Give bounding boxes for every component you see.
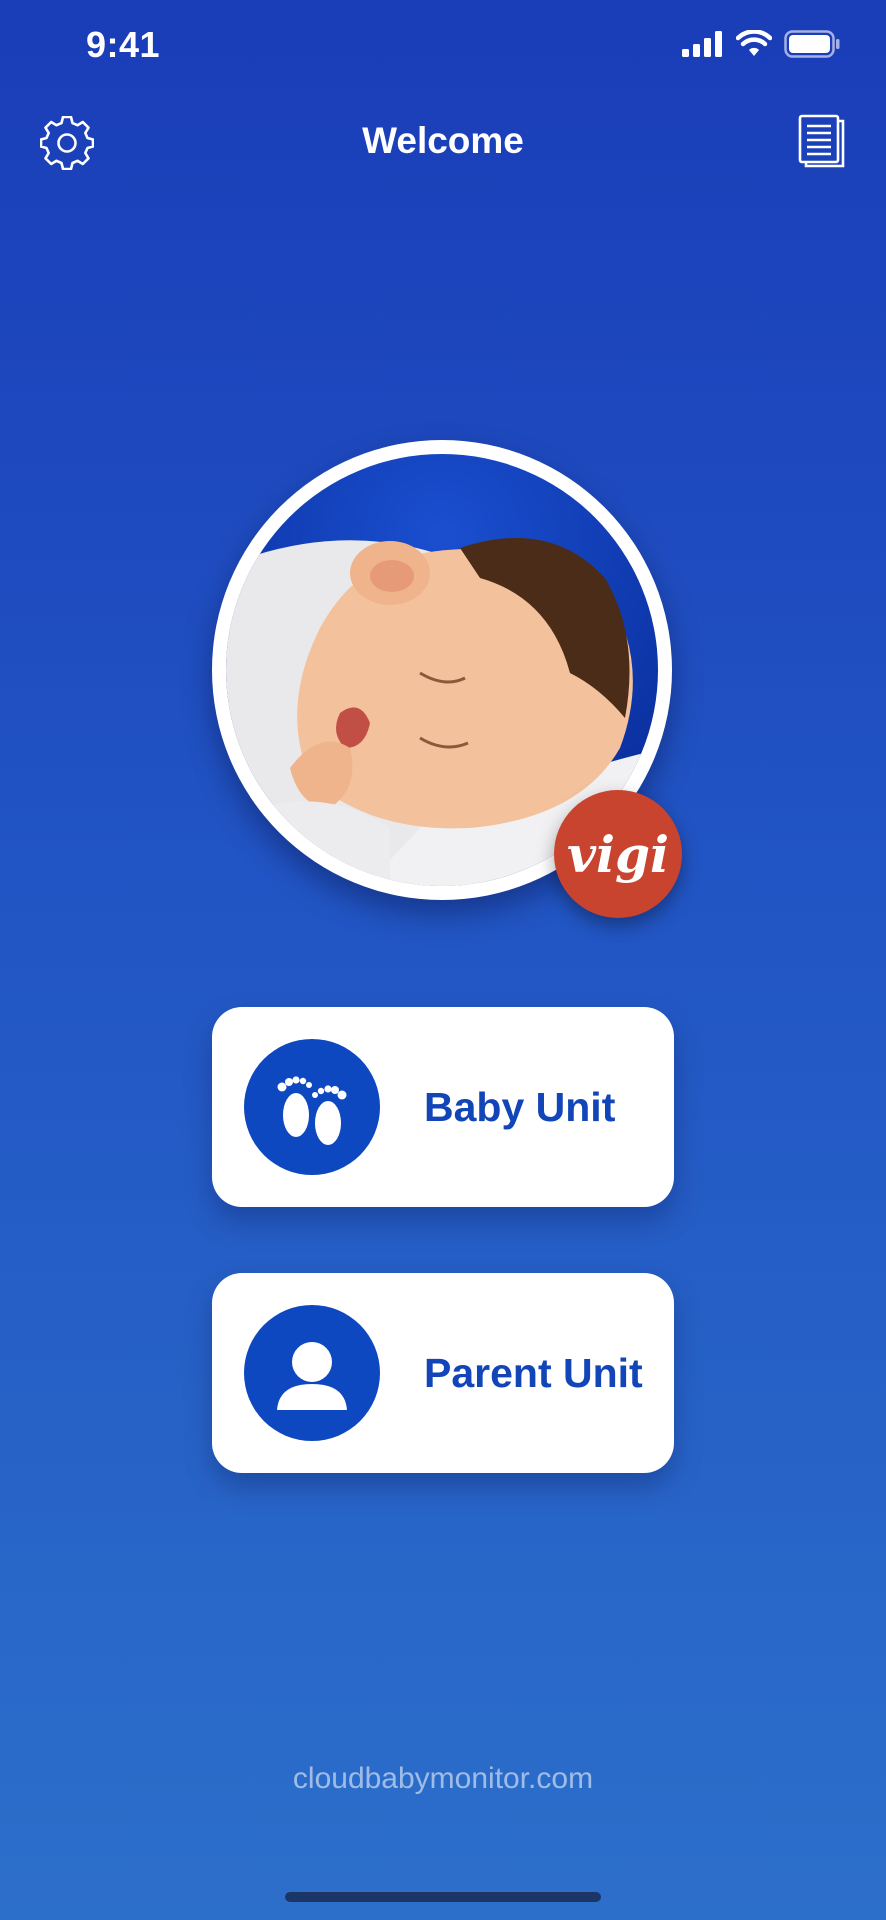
wifi-icon (736, 30, 772, 56)
vigi-badge: vigi (554, 790, 682, 918)
status-icons (682, 30, 840, 58)
parent-unit-label: Parent Unit (424, 1349, 643, 1396)
document-icon (798, 114, 845, 168)
hero-illustration: vigi (212, 440, 682, 920)
status-bar: 9:41 (0, 0, 886, 100)
status-time: 9:41 (86, 24, 161, 65)
home-indicator[interactable] (285, 1892, 601, 1902)
nav-bar: Welcome (0, 100, 886, 184)
battery-icon (784, 30, 840, 58)
parent-unit-button[interactable]: Parent Unit (212, 1273, 674, 1473)
baby-feet-icon (244, 1039, 380, 1175)
page-title: Welcome (362, 120, 524, 161)
baby-unit-button[interactable]: Baby Unit (212, 1007, 674, 1207)
documents-button[interactable] (798, 114, 846, 168)
baby-unit-label: Baby Unit (424, 1083, 616, 1130)
person-icon (244, 1305, 380, 1441)
website-link[interactable]: cloudbabymonitor.com (0, 1762, 886, 1796)
signal-icon (682, 31, 722, 57)
